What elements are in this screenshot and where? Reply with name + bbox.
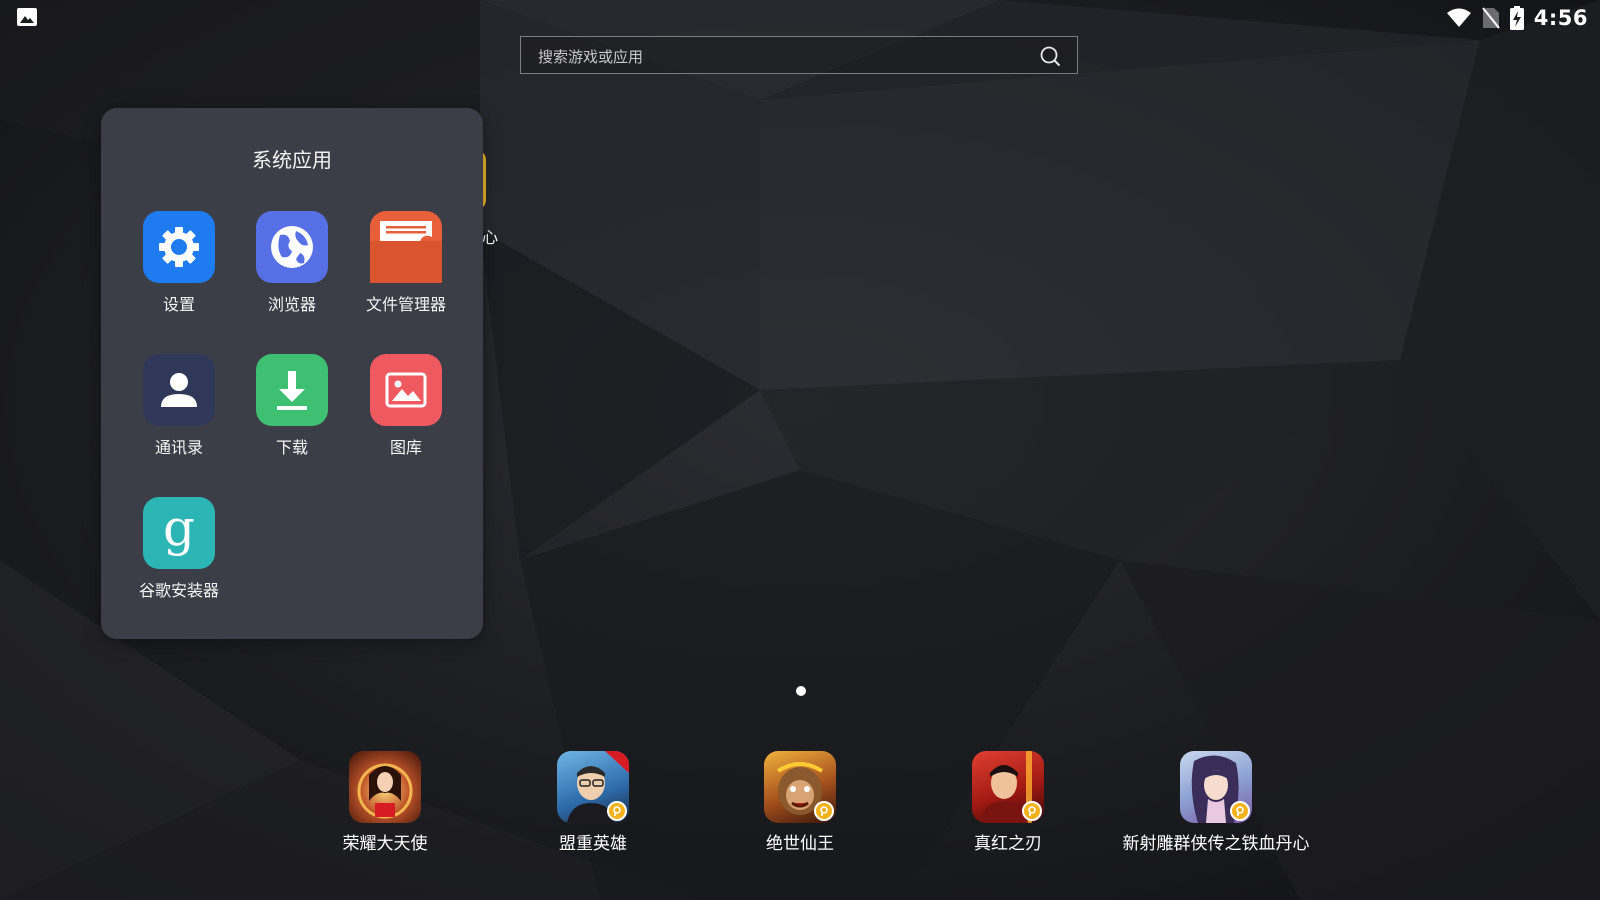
dock-app-4[interactable]: 真红之刃 [908,751,1108,854]
search-icon[interactable] [1039,45,1061,67]
folder-title[interactable]: 系统应用 [101,144,483,173]
status-bar: 4:56 [0,0,1600,36]
dock-app-label: 荣耀大天使 [342,834,428,854]
game-icon-5[interactable] [1180,751,1252,823]
gallery-icon[interactable] [370,354,442,426]
no-sim-icon [1481,7,1500,29]
app-label: 设置 [162,295,195,314]
partially-hidden-app-label: 心 [482,228,499,247]
app-contacts[interactable]: 通讯录 [122,354,236,458]
dock-app-label: 绝世仙王 [766,834,834,854]
app-label: 通讯录 [154,438,203,457]
app-browser[interactable]: 浏览器 [235,211,349,315]
battery-charging-icon [1509,6,1524,30]
app-settings[interactable]: 设置 [122,211,236,315]
download-badge-icon [814,801,834,821]
dock-app-label: 真红之刃 [974,834,1042,854]
dock-app-2[interactable]: 盟重英雄 [493,751,693,854]
game-icon-2[interactable] [557,751,629,823]
image-notification-icon [17,8,37,26]
app-label: 下载 [275,438,308,457]
app-gallery[interactable]: 图库 [349,354,463,458]
svg-text:g: g [163,503,195,557]
game-icon-4[interactable] [972,751,1044,823]
dock-app-3[interactable]: 绝世仙王 [700,751,900,854]
globe-icon[interactable] [256,211,328,283]
app-label: 浏览器 [267,295,316,314]
file-manager-icon[interactable] [370,211,442,283]
app-label: 文件管理器 [365,295,446,314]
search-input[interactable]: 搜索游戏或应用 [538,46,643,67]
dock-app-1[interactable]: 荣耀大天使 [285,751,485,854]
download-badge-icon [1022,801,1042,821]
game-icon-3[interactable] [764,751,836,823]
system-apps-folder: 系统应用 设置 浏览器 文件管理器 通讯录 下载 图库 g 谷歌安装器 [101,108,483,639]
dock-app-5[interactable]: 新射雕群侠传之铁血丹心 [1116,751,1316,854]
app-label: 谷歌安装器 [138,581,219,600]
download-icon[interactable] [256,354,328,426]
app-file-manager[interactable]: 文件管理器 [349,211,463,315]
download-badge-icon [1230,801,1250,821]
dock-app-label: 新射雕群侠传之铁血丹心 [1122,834,1310,854]
page-indicator-dot [796,686,806,696]
app-google-installer[interactable]: g 谷歌安装器 [122,497,236,601]
dock-app-label: 盟重英雄 [559,834,627,854]
contacts-icon[interactable] [143,354,215,426]
app-download[interactable]: 下载 [235,354,349,458]
app-label: 图库 [389,438,422,457]
search-bar[interactable]: 搜索游戏或应用 [520,36,1078,74]
game-icon-1[interactable] [349,751,421,823]
download-badge-icon [607,801,627,821]
gear-icon[interactable] [143,211,215,283]
google-installer-icon[interactable]: g [143,497,215,569]
clock: 4:56 [1533,6,1588,30]
wifi-icon [1446,8,1471,27]
